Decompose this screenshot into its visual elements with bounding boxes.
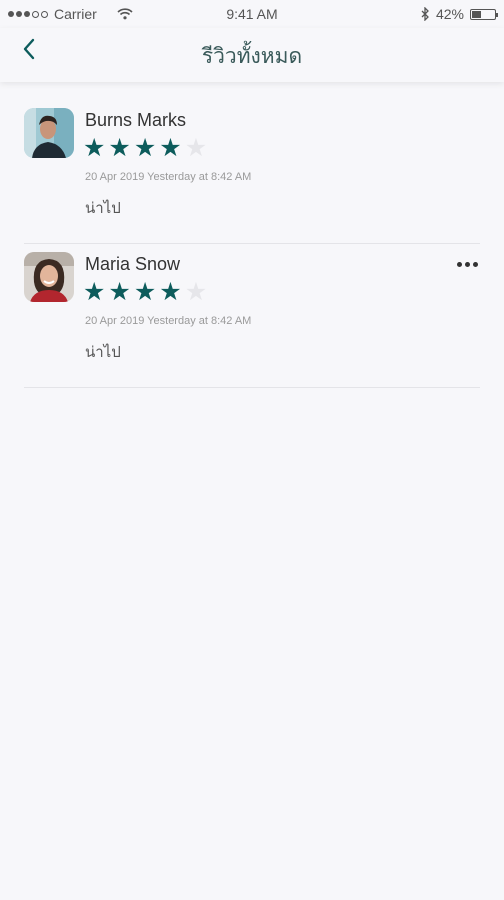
review-comment: น่าไป	[85, 200, 121, 217]
signal-dots-icon	[8, 10, 48, 18]
star-filled-icon: ★	[108, 134, 131, 162]
battery-icon	[470, 8, 498, 20]
more-dot	[456, 261, 462, 267]
star-filled-icon: ★	[83, 278, 106, 306]
avatar[interactable]	[24, 252, 74, 302]
star-rating: ★ ★ ★ ★ ★	[83, 279, 207, 305]
more-dot	[472, 261, 478, 267]
wifi-icon	[117, 8, 133, 20]
reviewer-name: Maria Snow	[85, 254, 181, 274]
review-item: Maria Snow ★ ★ ★ ★ ★ 20 Apr 2019 Yesterday a…	[24, 244, 480, 388]
avatar[interactable]	[24, 108, 74, 158]
review-comment: น่าไป	[85, 344, 121, 361]
page-title: รีวิวทั้งหมด	[201, 45, 303, 68]
nav-bar: รีวิวทั้งหมด	[0, 28, 504, 82]
star-empty-icon: ★	[184, 278, 208, 306]
bluetooth-icon	[421, 7, 430, 21]
star-empty-icon: ★	[184, 134, 208, 162]
star-filled-icon: ★	[133, 134, 157, 162]
battery-percent: 42%	[435, 6, 464, 22]
review-item: Burns Marks ★ ★ ★ ★ ★ 20 Apr 2019 Yesterday …	[24, 100, 480, 244]
star-filled-icon: ★	[108, 278, 131, 306]
reviewer-name: Burns Marks	[85, 110, 187, 130]
star-rating: ★ ★ ★ ★ ★	[83, 135, 207, 161]
star-filled-icon: ★	[83, 134, 106, 162]
status-bar-right: 42%	[421, 6, 498, 22]
review-date: 20 Apr 2019 Yesterday at 8:42 AM	[85, 171, 252, 183]
more-options-button[interactable]	[454, 254, 480, 274]
status-bar-left: Carrier	[8, 6, 133, 22]
status-bar: Carrier 9:41 AM 42%	[0, 0, 504, 28]
review-list: Burns Marks ★ ★ ★ ★ ★ 20 Apr 2019 Yesterday …	[24, 100, 480, 388]
star-filled-icon: ★	[133, 278, 157, 306]
star-filled-icon: ★	[159, 134, 182, 162]
carrier-label: Carrier	[54, 6, 97, 22]
star-filled-icon: ★	[159, 278, 182, 306]
more-dot	[464, 261, 470, 267]
review-date: 20 Apr 2019 Yesterday at 8:42 AM	[85, 315, 252, 327]
battery-level-fill	[472, 10, 482, 18]
